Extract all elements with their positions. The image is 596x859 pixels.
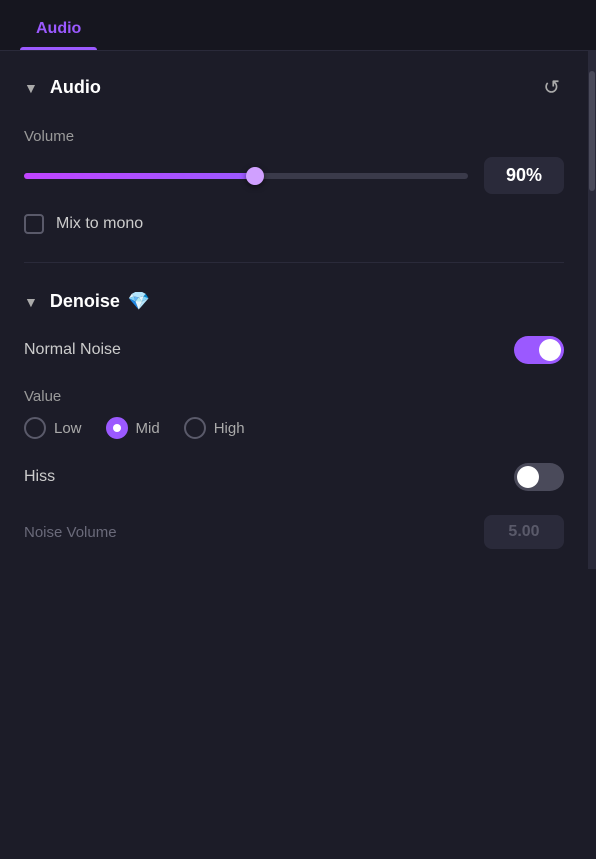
- radio-low[interactable]: Low: [24, 417, 82, 439]
- mix-to-mono-label: Mix to mono: [56, 215, 143, 233]
- volume-label-row: Volume: [24, 128, 564, 145]
- radio-high[interactable]: High: [184, 417, 245, 439]
- normal-noise-toggle-thumb: [539, 339, 561, 361]
- volume-label: Volume: [24, 128, 74, 145]
- denoise-collapse-arrow[interactable]: ▼: [24, 294, 38, 310]
- volume-slider-thumb[interactable]: [246, 167, 264, 185]
- scrollbar-thumb[interactable]: [589, 71, 595, 191]
- denoise-section-header: ▼ Denoise 💎: [24, 291, 564, 312]
- volume-slider-track: [24, 173, 468, 179]
- radio-high-label: High: [214, 420, 245, 437]
- normal-noise-toggle[interactable]: [514, 336, 564, 364]
- audio-reset-button[interactable]: ↺: [539, 71, 564, 104]
- main-content: ▼ Audio ↺ Volume: [0, 51, 588, 569]
- noise-volume-row: Noise Volume 5.00: [24, 515, 564, 549]
- audio-collapse-arrow[interactable]: ▼: [24, 80, 38, 96]
- radio-low-button[interactable]: [24, 417, 46, 439]
- value-label: Value: [24, 388, 564, 405]
- radio-high-button[interactable]: [184, 417, 206, 439]
- noise-volume-value: 5.00: [484, 515, 564, 549]
- scrollbar[interactable]: [588, 51, 596, 569]
- volume-slider-fill: [24, 173, 255, 179]
- radio-group: Low Mid High: [24, 417, 564, 439]
- hiss-toggle[interactable]: [514, 463, 564, 491]
- mix-to-mono-row: Mix to mono: [24, 214, 564, 234]
- hiss-label: Hiss: [24, 468, 55, 486]
- denoise-title-text: Denoise: [50, 291, 120, 312]
- noise-volume-label: Noise Volume: [24, 524, 117, 541]
- radio-mid[interactable]: Mid: [106, 417, 160, 439]
- audio-section-header: ▼ Audio ↺: [24, 71, 564, 104]
- mix-to-mono-checkbox[interactable]: [24, 214, 44, 234]
- tab-audio[interactable]: Audio: [20, 12, 97, 50]
- audio-title-text: Audio: [50, 77, 101, 98]
- volume-control: Volume 90%: [24, 128, 564, 194]
- app-container: Audio ▼ Audio ↺ Volume: [0, 0, 596, 859]
- normal-noise-label: Normal Noise: [24, 341, 121, 359]
- content-wrapper: ▼ Audio ↺ Volume: [0, 51, 596, 569]
- radio-mid-label: Mid: [136, 420, 160, 437]
- denoise-section-title: ▼ Denoise 💎: [24, 291, 150, 312]
- denoise-section: ▼ Denoise 💎 Normal Noise Value: [0, 271, 588, 569]
- section-divider: [24, 262, 564, 263]
- radio-mid-button[interactable]: [106, 417, 128, 439]
- hiss-row: Hiss: [24, 463, 564, 491]
- audio-section-title: ▼ Audio: [24, 77, 101, 98]
- radio-low-label: Low: [54, 420, 82, 437]
- normal-noise-row: Normal Noise: [24, 336, 564, 364]
- hiss-toggle-thumb: [517, 466, 539, 488]
- denoise-badge: 💎: [128, 291, 150, 312]
- audio-section: ▼ Audio ↺ Volume: [0, 51, 588, 254]
- tab-bar: Audio: [0, 0, 596, 51]
- volume-slider[interactable]: [24, 173, 468, 179]
- volume-value-badge: 90%: [484, 157, 564, 194]
- value-radio-section: Value Low Mid High: [24, 388, 564, 439]
- volume-row: 90%: [24, 157, 564, 194]
